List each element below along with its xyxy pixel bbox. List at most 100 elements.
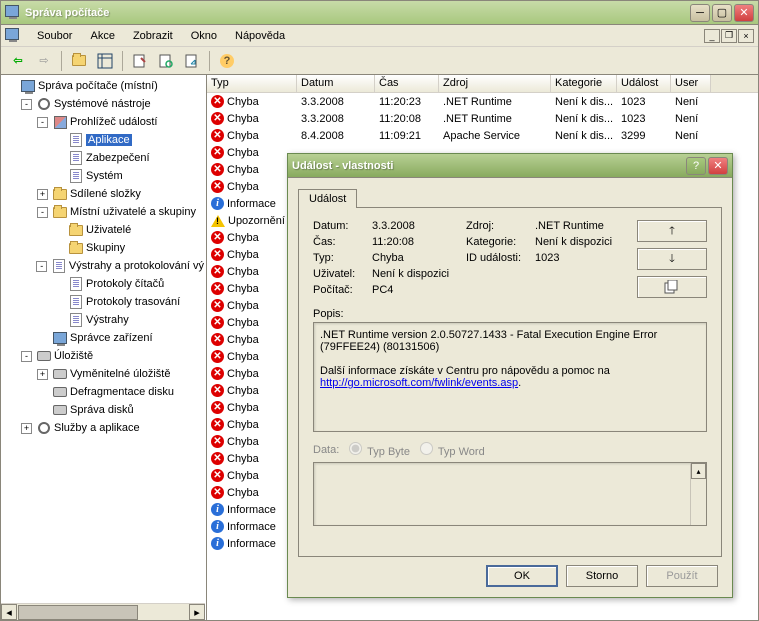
data-box[interactable]: ▴ — [313, 462, 707, 526]
tree-node[interactable]: Systém — [3, 167, 204, 185]
tree-label: Úložiště — [54, 350, 93, 362]
main-titlebar[interactable]: Správa počítače ─ ▢ ✕ — [1, 1, 758, 25]
mdi-restore[interactable]: ❐ — [721, 29, 737, 43]
comp-icon — [20, 78, 36, 94]
tree-toggle[interactable]: + — [21, 423, 32, 434]
list-row[interactable]: ✕Chyba8.4.200811:09:21Apache ServiceNení… — [207, 127, 758, 144]
window-title: Správa počítače — [25, 7, 690, 19]
radio-typbyte[interactable]: Typ Byte — [349, 442, 410, 458]
view-button[interactable] — [94, 50, 116, 72]
tree-node[interactable]: -Prohlížeč událostí — [3, 113, 204, 131]
tree-toggle[interactable]: - — [21, 99, 32, 110]
tree-node[interactable]: -Místní uživatelé a skupiny — [3, 203, 204, 221]
doc-icon — [68, 168, 84, 184]
label-pocitac: Počítač: — [313, 284, 368, 296]
help-button[interactable]: ? — [216, 50, 238, 72]
col-header-kategorie[interactable]: Kategorie — [551, 75, 617, 92]
tree-node[interactable]: -Výstrahy a protokolování vý — [3, 257, 204, 275]
menu-okno[interactable]: Okno — [183, 28, 225, 44]
ok-button[interactable]: OK — [486, 565, 558, 587]
event-properties-dialog: Událost - vlastnosti ? ✕ Událost Datum: … — [287, 153, 733, 598]
error-icon: ✕ — [211, 248, 224, 261]
tree-toggle[interactable]: - — [37, 117, 48, 128]
tree-toggle[interactable]: - — [21, 351, 32, 362]
tree-node[interactable]: Správa disků — [3, 401, 204, 419]
error-icon: ✕ — [211, 333, 224, 346]
back-button[interactable]: ⇦ — [7, 50, 29, 72]
up-button[interactable] — [68, 50, 90, 72]
tree-node[interactable]: + Sdílené složky — [3, 185, 204, 203]
info-icon: i — [211, 537, 224, 550]
error-icon: ✕ — [211, 112, 224, 125]
menu-zobrazit[interactable]: Zobrazit — [125, 28, 181, 44]
col-header-user[interactable]: User — [671, 75, 711, 92]
prev-event-button[interactable]: 🡑 — [637, 220, 707, 242]
tree-toggle[interactable]: - — [36, 261, 47, 272]
value-typ: Chyba — [372, 252, 462, 264]
mdi-close[interactable]: × — [738, 29, 754, 43]
list-row[interactable]: ✕Chyba3.3.200811:20:23.NET RuntimeNení k… — [207, 93, 758, 110]
tree-node[interactable]: +Vyměnitelné úložiště — [3, 365, 204, 383]
tab-udalost[interactable]: Událost — [298, 189, 357, 208]
desc-link[interactable]: http://go.microsoft.com/fwlink/events.as… — [320, 377, 518, 389]
description-box[interactable]: .NET Runtime version 2.0.50727.1433 - Fa… — [313, 322, 707, 432]
pouzit-button[interactable]: Použít — [646, 565, 718, 587]
col-header-typ[interactable]: Typ — [207, 75, 297, 92]
toolbar: ⇦ ⇨ ? — [1, 47, 758, 75]
error-icon: ✕ — [211, 95, 224, 108]
tree-node[interactable]: -Systémové nástroje — [3, 95, 204, 113]
col-header-cas[interactable]: Čas — [375, 75, 439, 92]
col-header-datum[interactable]: Datum — [297, 75, 375, 92]
tree-node[interactable]: Protokoly trasování — [3, 293, 204, 311]
desc-line1: .NET Runtime version 2.0.50727.1433 - Fa… — [320, 329, 700, 353]
close-button[interactable]: ✕ — [734, 4, 754, 22]
tree-node[interactable]: Výstrahy — [3, 311, 204, 329]
col-header-zdroj[interactable]: Zdroj — [439, 75, 551, 92]
tree-label: Služby a aplikace — [54, 422, 140, 434]
minimize-button[interactable]: ─ — [690, 4, 710, 22]
properties-button[interactable] — [129, 50, 151, 72]
tree-node[interactable]: Protokoly čítačů — [3, 275, 204, 293]
tree-node[interactable]: Uživatelé — [3, 221, 204, 239]
export-button[interactable] — [181, 50, 203, 72]
dialog-help-button[interactable]: ? — [686, 157, 706, 175]
disk-icon — [36, 348, 52, 364]
maximize-button[interactable]: ▢ — [712, 4, 732, 22]
mdi-minimize[interactable]: _ — [704, 29, 720, 43]
error-icon: ✕ — [211, 418, 224, 431]
menu-akce[interactable]: Akce — [82, 28, 122, 44]
tree-label: Sdílené složky — [70, 188, 141, 200]
tree-toggle[interactable]: + — [37, 369, 48, 380]
tree-node[interactable]: Správce zařízení — [3, 329, 204, 347]
tree-panel[interactable]: Správa počítače (místní)-Systémové nástr… — [1, 75, 207, 620]
menu-napoveda[interactable]: Nápověda — [227, 28, 293, 44]
copy-button[interactable] — [637, 276, 707, 298]
info-icon: i — [211, 197, 224, 210]
value-idud: 1023 — [535, 252, 627, 264]
scroll-up-icon[interactable]: ▴ — [691, 463, 706, 479]
tree-node[interactable]: Skupiny — [3, 239, 204, 257]
tree-toggle[interactable]: + — [37, 189, 48, 200]
tree-node[interactable]: Zabezpečení — [3, 149, 204, 167]
dialog-close-button[interactable]: ✕ — [708, 157, 728, 175]
tree-node[interactable]: + Služby a aplikace — [3, 419, 204, 437]
data-scrollbar[interactable]: ▴ — [690, 463, 706, 525]
tree-label: Zabezpečení — [86, 152, 150, 164]
tree-node[interactable]: Správa počítače (místní) — [3, 77, 204, 95]
radio-typword[interactable]: Typ Word — [420, 442, 485, 458]
dialog-titlebar[interactable]: Událost - vlastnosti ? ✕ — [288, 154, 732, 178]
tree-node[interactable]: Defragmentace disku — [3, 383, 204, 401]
tree-toggle[interactable]: - — [37, 207, 48, 218]
tree-node[interactable]: Aplikace — [3, 131, 204, 149]
list-row[interactable]: ✕Chyba3.3.200811:20:08.NET RuntimeNení k… — [207, 110, 758, 127]
error-icon: ✕ — [211, 129, 224, 142]
next-event-button[interactable]: 🡓 — [637, 248, 707, 270]
col-header-udalost[interactable]: Událost — [617, 75, 671, 92]
storno-button[interactable]: Storno — [566, 565, 638, 587]
forward-button[interactable]: ⇨ — [33, 50, 55, 72]
tree-node[interactable]: - Úložiště — [3, 347, 204, 365]
menu-soubor[interactable]: Soubor — [29, 28, 80, 44]
refresh-button[interactable] — [155, 50, 177, 72]
tree-label: Výstrahy — [86, 314, 129, 326]
tree-label: Správce zařízení — [70, 332, 153, 344]
